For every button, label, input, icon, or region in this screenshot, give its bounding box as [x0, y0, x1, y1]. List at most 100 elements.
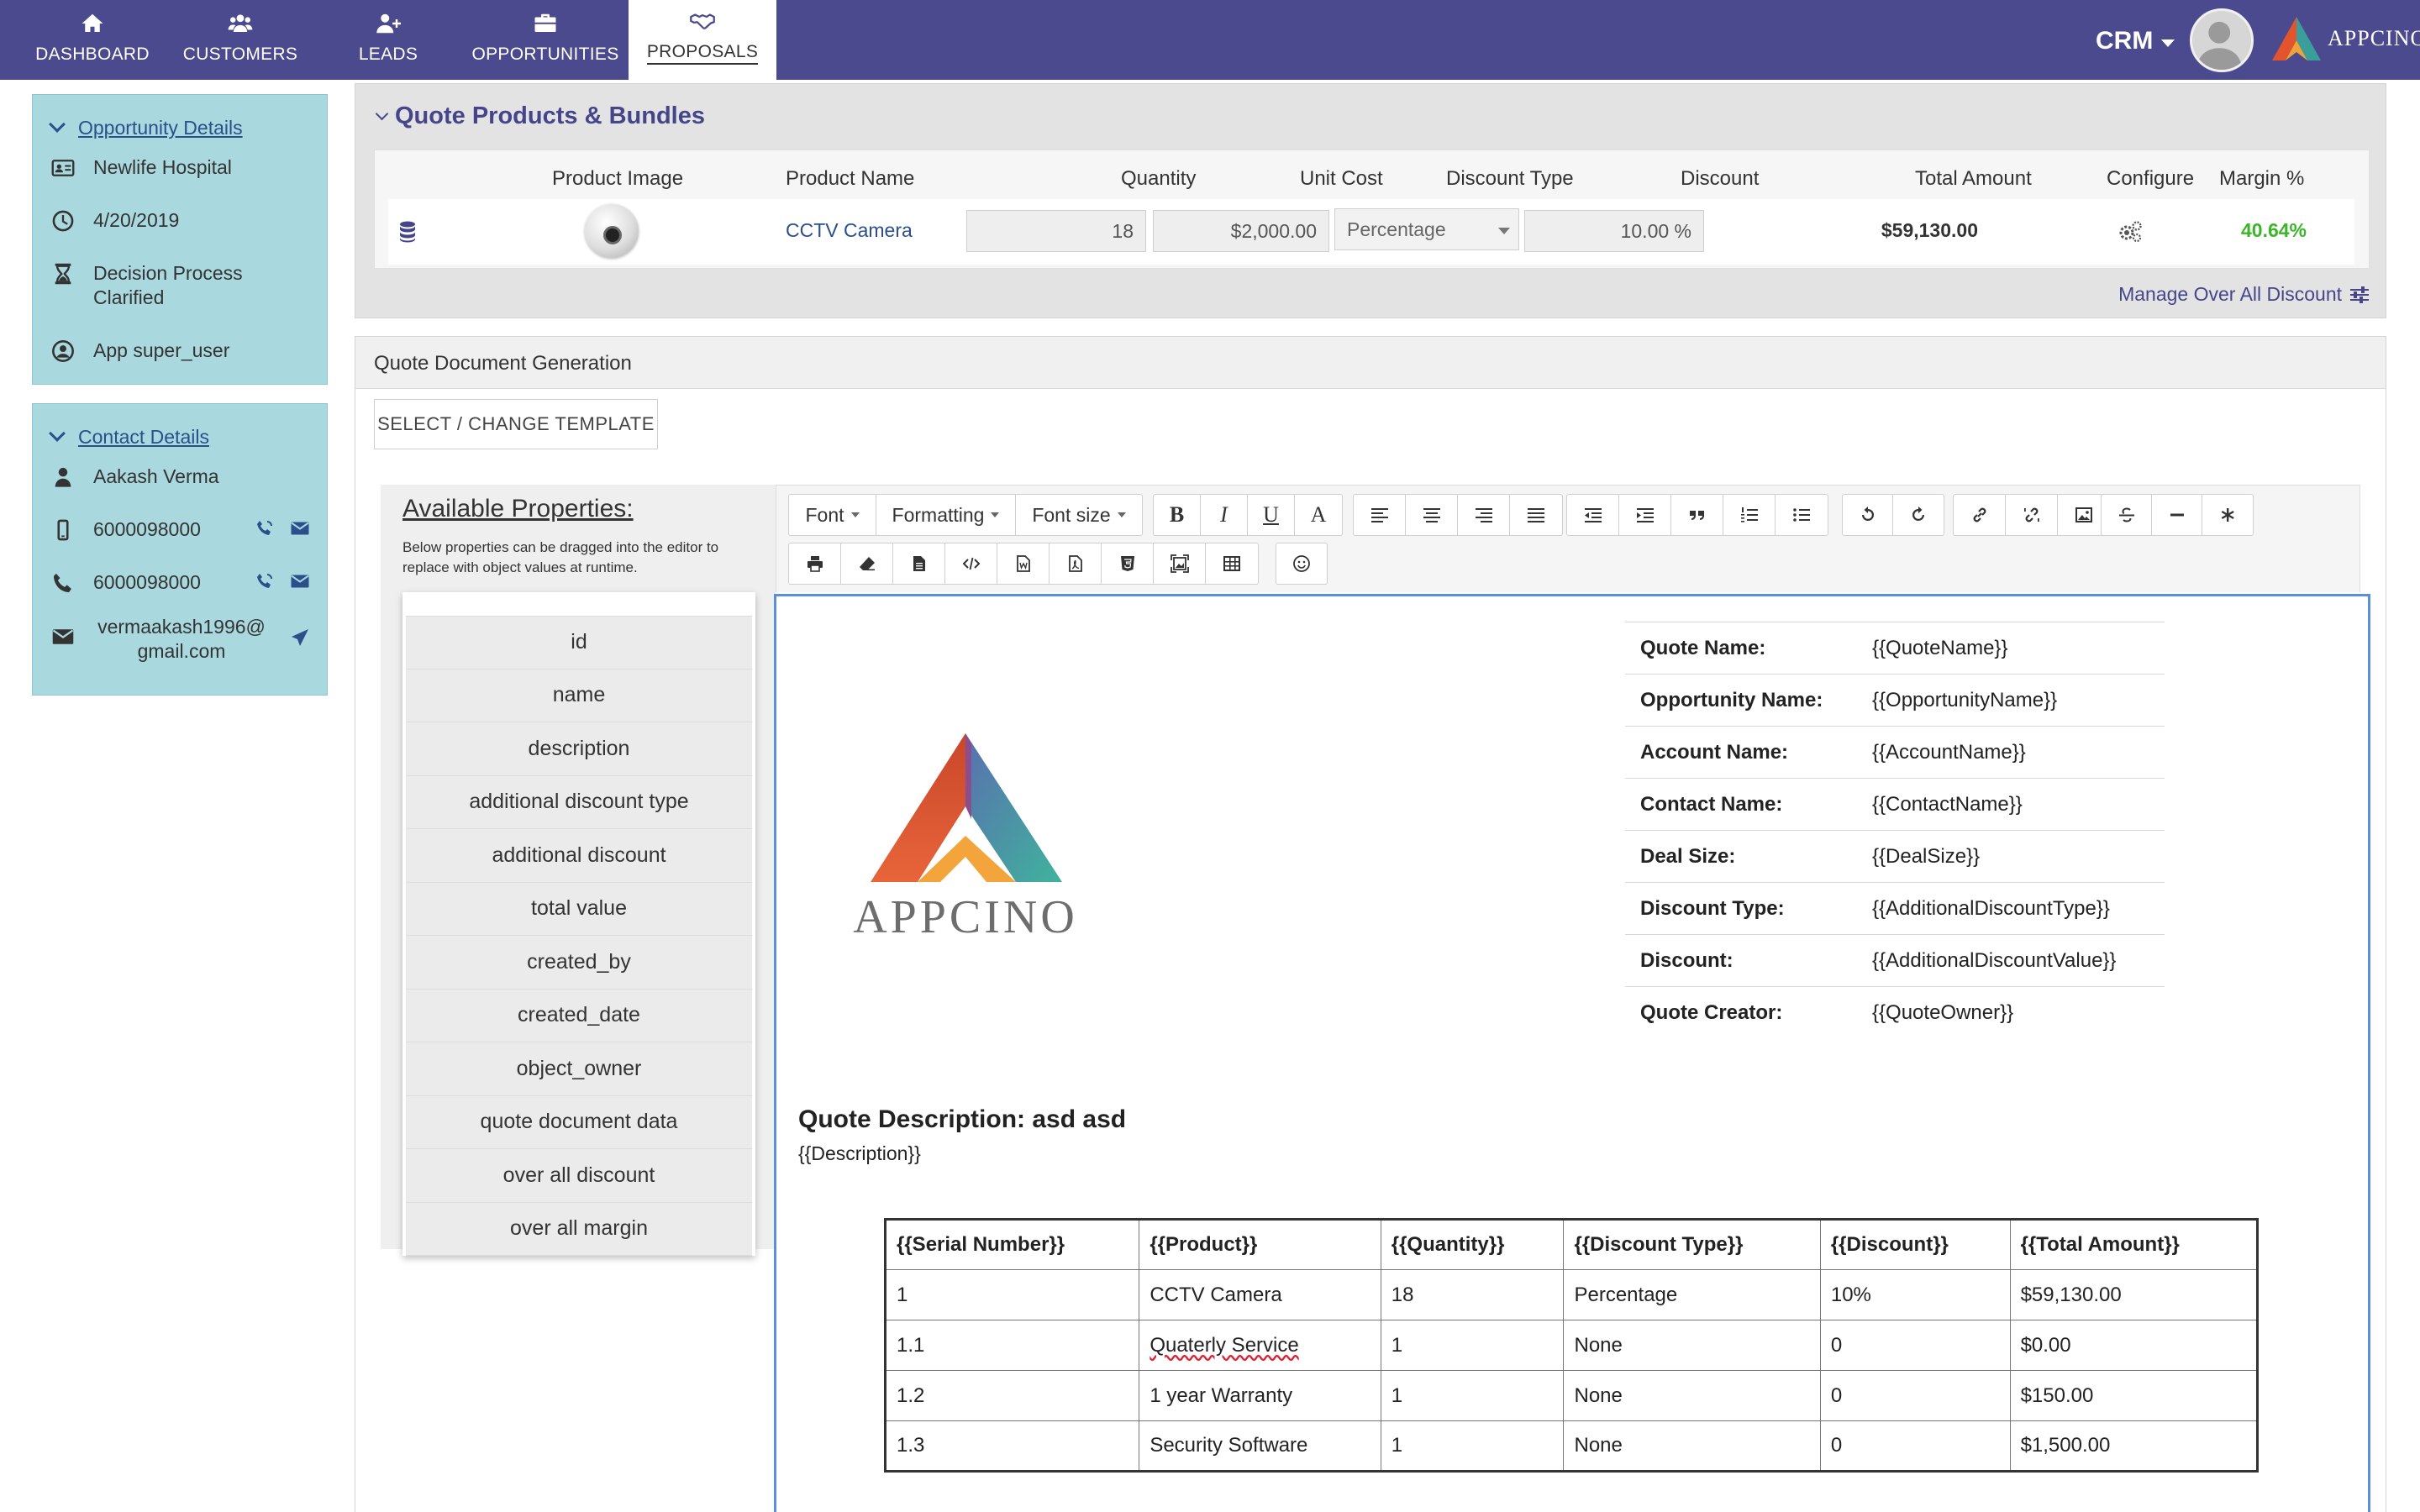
property-item[interactable]: object_owner — [406, 1042, 752, 1096]
align-center-icon[interactable] — [1406, 495, 1458, 535]
preview-icon[interactable] — [1154, 543, 1206, 584]
info-row: Contact Name: {{ContactName}} — [1625, 778, 2165, 831]
manage-overall-discount-link[interactable]: Manage Over All Discount — [2118, 283, 2369, 306]
caret-down-icon — [2161, 39, 2175, 47]
align-right-icon[interactable] — [1458, 495, 1510, 535]
bold-button[interactable]: B — [1154, 495, 1201, 535]
nav-customers[interactable]: CUSTOMERS — [176, 0, 304, 80]
special-char-icon[interactable] — [2202, 495, 2253, 535]
quote-products-header[interactable]: Quote Products & Bundles — [375, 102, 705, 130]
text-color-button[interactable]: A — [1295, 495, 1342, 535]
info-value: {{OpportunityName}} — [1857, 674, 2165, 727]
col-discount-type: Discount Type — [1446, 167, 1574, 190]
template-table-icon[interactable] — [1206, 543, 1258, 584]
word-file-icon[interactable] — [997, 543, 1050, 584]
nav-dashboard[interactable]: DASHBOARD — [0, 0, 185, 80]
opportunity-details-header[interactable]: Opportunity Details — [33, 95, 327, 160]
opportunity-details-card: Opportunity Details Newlife Hospital 4/2… — [32, 94, 328, 385]
property-item[interactable]: created_by — [406, 936, 752, 990]
col-margin: Margin % — [2219, 167, 2305, 190]
discount-type-select[interactable]: Percentage — [1334, 208, 1519, 250]
contact-phone-row: 6000098000 — [33, 570, 327, 595]
source-code-icon[interactable] — [945, 543, 997, 584]
nav-label: OPPORTUNITIES — [471, 45, 619, 64]
bullet-list-icon[interactable] — [1776, 495, 1828, 535]
toolbar-misc-group — [2101, 494, 2254, 536]
select-template-button[interactable]: SELECT / CHANGE TEMPLATE — [374, 399, 658, 449]
property-item[interactable]: total value — [406, 882, 752, 936]
nav-opportunities[interactable]: OPPORTUNITIES — [471, 0, 620, 80]
contact-details-link[interactable]: Contact Details — [78, 426, 209, 449]
font-size-dropdown[interactable]: Font size — [1016, 495, 1142, 535]
cell-text: 0 — [1830, 1333, 1843, 1357]
property-item[interactable]: description — [406, 722, 752, 776]
property-item[interactable]: additional discount type — [406, 775, 752, 829]
call-icon[interactable] — [255, 571, 275, 591]
phone-icon — [53, 573, 71, 593]
gears-icon[interactable] — [2118, 220, 2143, 244]
crm-menu[interactable]: CRM — [2096, 27, 2175, 55]
eraser-icon[interactable] — [841, 543, 893, 584]
nav-proposals[interactable]: PROPOSALS — [629, 0, 776, 80]
link-icon[interactable] — [1954, 495, 2006, 535]
table-row: 1 CCTV Camera 18 Percentage 10% $59,130.00 — [884, 1269, 2259, 1320]
database-icon[interactable] — [398, 221, 417, 243]
cell-text: $0.00 — [2020, 1333, 2071, 1357]
avatar[interactable] — [2190, 8, 2254, 72]
undo-icon[interactable] — [1843, 495, 1893, 535]
html5-icon[interactable] — [1102, 543, 1154, 584]
unit-cost-input[interactable]: $2,000.00 — [1153, 210, 1329, 252]
indent-icon[interactable] — [1619, 495, 1671, 535]
property-item[interactable]: over all discount — [406, 1149, 752, 1203]
contact-details-header[interactable]: Contact Details — [33, 404, 327, 470]
envelope-icon[interactable] — [290, 571, 310, 591]
pdf-file-icon[interactable] — [1050, 543, 1102, 584]
justify-icon[interactable] — [1510, 495, 1562, 535]
discount-type-value: Percentage — [1347, 218, 1446, 240]
property-item[interactable]: quote document data — [406, 1095, 752, 1149]
property-item[interactable]: over all margin — [406, 1202, 752, 1256]
table-cell: CCTV Camera — [1139, 1269, 1381, 1320]
italic-button[interactable]: I — [1201, 495, 1248, 535]
cell-text: None — [1574, 1333, 1623, 1357]
quantity-input[interactable]: 18 — [966, 210, 1146, 252]
call-icon[interactable] — [255, 518, 275, 538]
cell-text: Security Software — [1150, 1434, 1308, 1457]
align-left-icon[interactable] — [1354, 495, 1406, 535]
col-product-name: Product Name — [786, 167, 915, 190]
send-icon[interactable] — [290, 627, 310, 648]
property-item[interactable]: additional discount — [406, 829, 752, 883]
redo-icon[interactable] — [1893, 495, 1944, 535]
blockquote-icon[interactable] — [1671, 495, 1723, 535]
opportunity-date: 4/20/2019 — [93, 209, 180, 231]
property-item[interactable]: name — [406, 669, 752, 722]
document-editor[interactable]: APPCINO Quote Name: {{QuoteName}} Opportun… — [774, 594, 2370, 1512]
document-icon[interactable] — [893, 543, 945, 584]
print-icon[interactable] — [789, 543, 841, 584]
unlink-icon[interactable] — [2006, 495, 2058, 535]
formatting-dropdown[interactable]: Formatting — [876, 495, 1016, 535]
opportunity-stage-row: Decision Process Clarified — [33, 261, 327, 310]
nav-leads[interactable]: LEADS — [329, 0, 447, 80]
appcino-logo-icon — [2272, 17, 2321, 60]
horizontal-rule-icon[interactable] — [2152, 495, 2202, 535]
info-value: {{ContactName}} — [1857, 778, 2165, 831]
numbered-list-icon[interactable] — [1723, 495, 1776, 535]
info-key: Discount: — [1625, 934, 1857, 987]
quote-products-panel: Quote Products & Bundles Product Image P… — [355, 83, 2386, 318]
smiley-icon[interactable] — [1276, 543, 1327, 584]
envelope-icon[interactable] — [290, 518, 310, 538]
outdent-icon[interactable] — [1567, 495, 1619, 535]
property-item[interactable]: id — [406, 616, 752, 669]
opportunity-details-link[interactable]: Opportunity Details — [78, 117, 243, 139]
properties-list: id name description additional discount typ… — [402, 592, 755, 1256]
appcino-logo-icon — [871, 733, 1062, 882]
font-dropdown[interactable]: Font — [789, 495, 876, 535]
strikethrough-icon[interactable] — [2102, 495, 2152, 535]
margin-value: 40.64% — [2241, 219, 2307, 241]
property-item[interactable]: created_date — [406, 989, 752, 1042]
underline-button[interactable]: U — [1248, 495, 1295, 535]
cell-text: 1 — [1391, 1333, 1403, 1357]
discount-input[interactable]: 10.00 % — [1524, 210, 1704, 252]
product-name-link[interactable]: CCTV Camera — [786, 219, 913, 242]
